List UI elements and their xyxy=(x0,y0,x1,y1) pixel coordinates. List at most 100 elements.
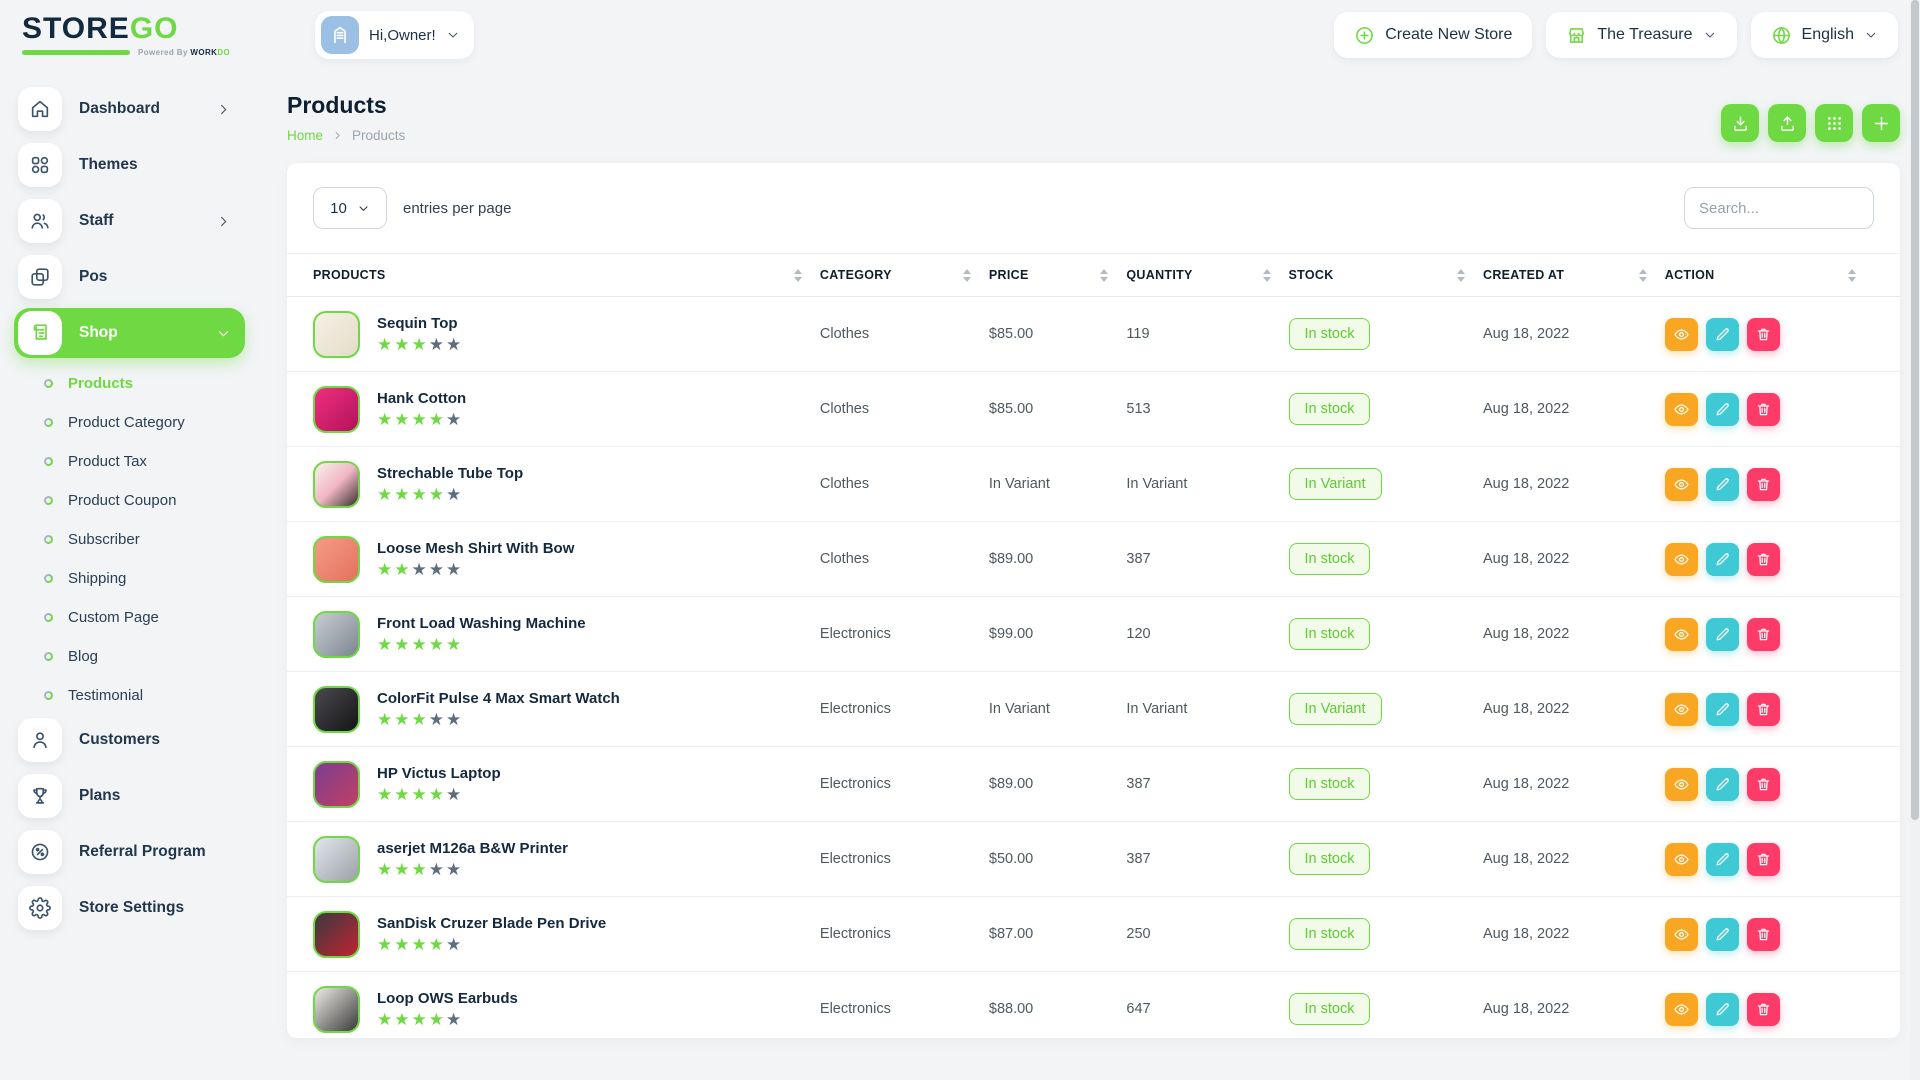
view-button[interactable] xyxy=(1665,843,1698,876)
entries-per-page-label: entries per page xyxy=(403,200,511,217)
column-header-quantity[interactable]: QUANTITY xyxy=(1126,254,1288,296)
export-button[interactable] xyxy=(1721,104,1759,142)
sidebar-subitem-shipping[interactable]: Shipping xyxy=(14,559,245,598)
store-selector-dropdown[interactable]: The Treasure xyxy=(1546,12,1736,58)
customers-icon xyxy=(29,729,51,751)
view-button[interactable] xyxy=(1665,618,1698,651)
sidebar-item-themes[interactable]: Themes xyxy=(14,140,245,190)
edit-button[interactable] xyxy=(1706,693,1739,726)
delete-button[interactable] xyxy=(1747,918,1780,951)
eye-icon xyxy=(1673,401,1690,418)
delete-button[interactable] xyxy=(1747,768,1780,801)
sidebar-item-store-settings[interactable]: Store Settings xyxy=(14,883,245,933)
edit-button[interactable] xyxy=(1706,843,1739,876)
sidebar-subitem-blog[interactable]: Blog xyxy=(14,637,245,676)
scrollbar-thumb[interactable] xyxy=(1911,0,1919,820)
home-icon xyxy=(29,98,51,120)
rating-stars: ★★★★★ xyxy=(377,786,501,803)
create-new-store-button[interactable]: Create New Store xyxy=(1334,12,1532,58)
bullet-icon xyxy=(43,612,54,623)
search-input[interactable] xyxy=(1684,187,1874,229)
price-cell: In Variant xyxy=(989,476,1127,492)
column-header-action[interactable]: ACTION xyxy=(1665,254,1874,296)
trash-icon xyxy=(1755,401,1772,418)
edit-button[interactable] xyxy=(1706,393,1739,426)
eye-icon xyxy=(1673,476,1690,493)
view-button[interactable] xyxy=(1665,393,1698,426)
action-cell xyxy=(1665,618,1874,651)
breadcrumb-home-link[interactable]: Home xyxy=(287,128,323,143)
sidebar-subitem-product-category[interactable]: Product Category xyxy=(14,403,245,442)
plans-icon xyxy=(29,785,51,807)
eye-icon xyxy=(1673,551,1690,568)
view-button[interactable] xyxy=(1665,318,1698,351)
delete-button[interactable] xyxy=(1747,468,1780,501)
referral-icon xyxy=(29,841,51,863)
import-button[interactable] xyxy=(1768,104,1806,142)
sidebar-item-label: Customers xyxy=(79,731,235,749)
sidebar-item-plans[interactable]: Plans xyxy=(14,771,245,821)
column-header-products[interactable]: PRODUCTS xyxy=(313,254,820,296)
view-button[interactable] xyxy=(1665,693,1698,726)
quantity-cell: 387 xyxy=(1126,851,1288,867)
product-thumbnail xyxy=(313,911,360,958)
column-header-stock[interactable]: STOCK xyxy=(1289,254,1484,296)
sidebar-subitem-custom-page[interactable]: Custom Page xyxy=(14,598,245,637)
view-button[interactable] xyxy=(1665,918,1698,951)
entries-per-page-select[interactable]: 10 xyxy=(313,187,387,229)
edit-button[interactable] xyxy=(1706,768,1739,801)
edit-button[interactable] xyxy=(1706,318,1739,351)
sidebar-subitem-product-coupon[interactable]: Product Coupon xyxy=(14,481,245,520)
user-menu[interactable]: Hi,Owner! xyxy=(315,11,474,59)
created-at-cell: Aug 18, 2022 xyxy=(1483,926,1665,942)
column-header-created-at[interactable]: CREATED AT xyxy=(1483,254,1665,296)
column-label: STOCK xyxy=(1289,268,1334,282)
column-header-price[interactable]: PRICE xyxy=(989,254,1127,296)
delete-button[interactable] xyxy=(1747,993,1780,1026)
edit-button[interactable] xyxy=(1706,468,1739,501)
edit-button[interactable] xyxy=(1706,918,1739,951)
grid-view-button[interactable] xyxy=(1815,104,1853,142)
delete-button[interactable] xyxy=(1747,543,1780,576)
view-button[interactable] xyxy=(1665,993,1698,1026)
column-header-category[interactable]: CATEGORY xyxy=(820,254,989,296)
view-button[interactable] xyxy=(1665,468,1698,501)
delete-button[interactable] xyxy=(1747,393,1780,426)
quantity-cell: 387 xyxy=(1126,776,1288,792)
sidebar-item-label: Pos xyxy=(79,268,235,286)
sidebar-subitem-products[interactable]: Products xyxy=(14,364,245,403)
sidebar-subitem-product-tax[interactable]: Product Tax xyxy=(14,442,245,481)
sidebar-item-pos[interactable]: Pos xyxy=(14,252,245,302)
delete-button[interactable] xyxy=(1747,618,1780,651)
edit-button[interactable] xyxy=(1706,618,1739,651)
sidebar-item-customers[interactable]: Customers xyxy=(14,715,245,765)
add-product-button[interactable] xyxy=(1862,104,1900,142)
sidebar-item-referral-program[interactable]: Referral Program xyxy=(14,827,245,877)
page-scrollbar[interactable] xyxy=(1910,0,1920,1080)
sidebar-subitem-testimonial[interactable]: Testimonial xyxy=(14,676,245,715)
trash-icon xyxy=(1755,776,1772,793)
bullet-icon xyxy=(43,534,54,545)
language-dropdown[interactable]: English xyxy=(1751,12,1898,58)
pencil-icon xyxy=(1714,476,1731,493)
globe-icon xyxy=(1771,25,1792,46)
view-button[interactable] xyxy=(1665,543,1698,576)
edit-button[interactable] xyxy=(1706,543,1739,576)
table-body: Sequin Top★★★★★Clothes$85.00119In stockA… xyxy=(287,297,1900,1038)
user-avatar xyxy=(321,16,359,54)
sidebar-item-staff[interactable]: Staff xyxy=(14,196,245,246)
sidebar-item-dashboard[interactable]: Dashboard xyxy=(14,84,245,134)
table-row: Sequin Top★★★★★Clothes$85.00119In stockA… xyxy=(287,297,1900,372)
sidebar-item-shop[interactable]: Shop xyxy=(14,308,245,358)
sidebar-subitem-subscriber[interactable]: Subscriber xyxy=(14,520,245,559)
rating-stars: ★★★★★ xyxy=(377,561,574,578)
product-thumbnail xyxy=(313,311,360,358)
edit-button[interactable] xyxy=(1706,993,1739,1026)
sidebar-subitem-label: Products xyxy=(68,375,245,392)
quantity-cell: 647 xyxy=(1126,1001,1288,1017)
delete-button[interactable] xyxy=(1747,318,1780,351)
view-button[interactable] xyxy=(1665,768,1698,801)
delete-button[interactable] xyxy=(1747,843,1780,876)
product-thumbnail xyxy=(313,461,360,508)
delete-button[interactable] xyxy=(1747,693,1780,726)
